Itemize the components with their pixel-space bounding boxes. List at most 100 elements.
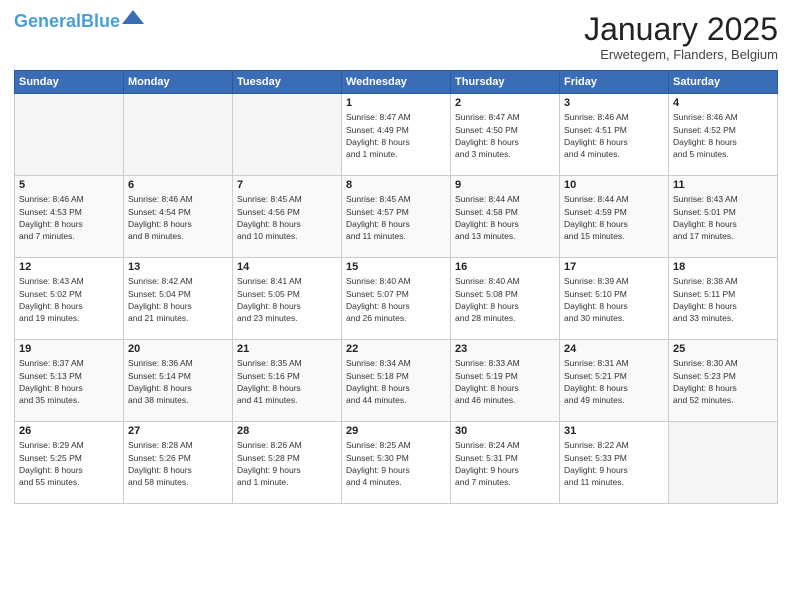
day-number: 29 (346, 425, 446, 437)
logo: GeneralBlue (14, 12, 144, 30)
table-row (233, 94, 342, 176)
day-number: 6 (128, 179, 228, 191)
table-row: 16 Sunrise: 8:40 AMSunset: 5:08 PMDayligh… (451, 258, 560, 340)
col-tuesday: Tuesday (233, 71, 342, 94)
table-row: 12 Sunrise: 8:43 AMSunset: 5:02 PMDayligh… (15, 258, 124, 340)
day-info: Sunrise: 8:34 AMSunset: 5:18 PMDaylight:… (346, 357, 446, 406)
day-number: 15 (346, 261, 446, 273)
table-row: 4 Sunrise: 8:46 AMSunset: 4:52 PMDaylight… (669, 94, 778, 176)
day-info: Sunrise: 8:26 AMSunset: 5:28 PMDaylight:… (237, 439, 337, 488)
day-number: 19 (19, 343, 119, 355)
table-row: 15 Sunrise: 8:40 AMSunset: 5:07 PMDayligh… (342, 258, 451, 340)
table-row: 8 Sunrise: 8:45 AMSunset: 4:57 PMDaylight… (342, 176, 451, 258)
table-row: 11 Sunrise: 8:43 AMSunset: 5:01 PMDayligh… (669, 176, 778, 258)
day-info: Sunrise: 8:31 AMSunset: 5:21 PMDaylight:… (564, 357, 664, 406)
day-number: 26 (19, 425, 119, 437)
col-sunday: Sunday (15, 71, 124, 94)
day-info: Sunrise: 8:46 AMSunset: 4:52 PMDaylight:… (673, 111, 773, 160)
day-info: Sunrise: 8:43 AMSunset: 5:01 PMDaylight:… (673, 193, 773, 242)
day-number: 30 (455, 425, 555, 437)
day-number: 21 (237, 343, 337, 355)
table-row: 14 Sunrise: 8:41 AMSunset: 5:05 PMDayligh… (233, 258, 342, 340)
day-number: 22 (346, 343, 446, 355)
table-row: 3 Sunrise: 8:46 AMSunset: 4:51 PMDaylight… (560, 94, 669, 176)
day-number: 4 (673, 97, 773, 109)
day-info: Sunrise: 8:40 AMSunset: 5:08 PMDaylight:… (455, 275, 555, 324)
table-row: 19 Sunrise: 8:37 AMSunset: 5:13 PMDayligh… (15, 340, 124, 422)
logo-text: GeneralBlue (14, 12, 120, 30)
day-info: Sunrise: 8:46 AMSunset: 4:53 PMDaylight:… (19, 193, 119, 242)
day-number: 1 (346, 97, 446, 109)
day-number: 3 (564, 97, 664, 109)
logo-general: General (14, 11, 81, 31)
calendar-week-row: 12 Sunrise: 8:43 AMSunset: 5:02 PMDayligh… (15, 258, 778, 340)
day-info: Sunrise: 8:44 AMSunset: 4:58 PMDaylight:… (455, 193, 555, 242)
col-saturday: Saturday (669, 71, 778, 94)
table-row: 29 Sunrise: 8:25 AMSunset: 5:30 PMDayligh… (342, 422, 451, 504)
logo-blue: Blue (81, 11, 120, 31)
table-row: 25 Sunrise: 8:30 AMSunset: 5:23 PMDayligh… (669, 340, 778, 422)
day-number: 16 (455, 261, 555, 273)
header: GeneralBlue January 2025 Erwetegem, Flan… (14, 12, 778, 62)
table-row: 9 Sunrise: 8:44 AMSunset: 4:58 PMDaylight… (451, 176, 560, 258)
table-row: 31Sunrise: 8:22 AMSunset: 5:33 PMDayligh… (560, 422, 669, 504)
day-info: Sunrise: 8:40 AMSunset: 5:07 PMDaylight:… (346, 275, 446, 324)
day-number: 20 (128, 343, 228, 355)
title-block: January 2025 Erwetegem, Flanders, Belgiu… (584, 12, 778, 62)
day-info: Sunrise: 8:45 AMSunset: 4:56 PMDaylight:… (237, 193, 337, 242)
day-number: 12 (19, 261, 119, 273)
location: Erwetegem, Flanders, Belgium (584, 47, 778, 62)
table-row: 1 Sunrise: 8:47 AMSunset: 4:49 PMDaylight… (342, 94, 451, 176)
day-number: 7 (237, 179, 337, 191)
table-row: 21 Sunrise: 8:35 AMSunset: 5:16 PMDayligh… (233, 340, 342, 422)
table-row: 7 Sunrise: 8:45 AMSunset: 4:56 PMDaylight… (233, 176, 342, 258)
day-number: 27 (128, 425, 228, 437)
table-row: 30Sunrise: 8:24 AMSunset: 5:31 PMDayligh… (451, 422, 560, 504)
day-number: 23 (455, 343, 555, 355)
day-info: Sunrise: 8:46 AMSunset: 4:51 PMDaylight:… (564, 111, 664, 160)
table-row: 24 Sunrise: 8:31 AMSunset: 5:21 PMDayligh… (560, 340, 669, 422)
logo-icon (122, 10, 144, 24)
day-number: 11 (673, 179, 773, 191)
day-number: 2 (455, 97, 555, 109)
day-info: Sunrise: 8:46 AMSunset: 4:54 PMDaylight:… (128, 193, 228, 242)
day-info: Sunrise: 8:42 AMSunset: 5:04 PMDaylight:… (128, 275, 228, 324)
calendar-week-row: 19 Sunrise: 8:37 AMSunset: 5:13 PMDayligh… (15, 340, 778, 422)
day-number: 9 (455, 179, 555, 191)
calendar-week-row: 5 Sunrise: 8:46 AMSunset: 4:53 PMDaylight… (15, 176, 778, 258)
calendar-header-row: Sunday Monday Tuesday Wednesday Thursday… (15, 71, 778, 94)
day-number: 10 (564, 179, 664, 191)
day-info: Sunrise: 8:41 AMSunset: 5:05 PMDaylight:… (237, 275, 337, 324)
day-info: Sunrise: 8:33 AMSunset: 5:19 PMDaylight:… (455, 357, 555, 406)
table-row: 22 Sunrise: 8:34 AMSunset: 5:18 PMDayligh… (342, 340, 451, 422)
calendar-week-row: 26Sunrise: 8:29 AMSunset: 5:25 PMDayligh… (15, 422, 778, 504)
day-number: 14 (237, 261, 337, 273)
table-row: 13 Sunrise: 8:42 AMSunset: 5:04 PMDayligh… (124, 258, 233, 340)
day-info: Sunrise: 8:47 AMSunset: 4:49 PMDaylight:… (346, 111, 446, 160)
table-row: 2Sunrise: 8:47 AMSunset: 4:50 PMDaylight… (451, 94, 560, 176)
day-info: Sunrise: 8:39 AMSunset: 5:10 PMDaylight:… (564, 275, 664, 324)
day-info: Sunrise: 8:35 AMSunset: 5:16 PMDaylight:… (237, 357, 337, 406)
day-info: Sunrise: 8:25 AMSunset: 5:30 PMDaylight:… (346, 439, 446, 488)
day-number: 28 (237, 425, 337, 437)
day-number: 8 (346, 179, 446, 191)
table-row: 6 Sunrise: 8:46 AMSunset: 4:54 PMDaylight… (124, 176, 233, 258)
day-info: Sunrise: 8:37 AMSunset: 5:13 PMDaylight:… (19, 357, 119, 406)
day-info: Sunrise: 8:36 AMSunset: 5:14 PMDaylight:… (128, 357, 228, 406)
table-row: 20 Sunrise: 8:36 AMSunset: 5:14 PMDayligh… (124, 340, 233, 422)
col-friday: Friday (560, 71, 669, 94)
day-info: Sunrise: 8:45 AMSunset: 4:57 PMDaylight:… (346, 193, 446, 242)
day-number: 24 (564, 343, 664, 355)
day-info: Sunrise: 8:30 AMSunset: 5:23 PMDaylight:… (673, 357, 773, 406)
table-row: 5 Sunrise: 8:46 AMSunset: 4:53 PMDaylight… (15, 176, 124, 258)
calendar-page: GeneralBlue January 2025 Erwetegem, Flan… (0, 0, 792, 612)
day-info: Sunrise: 8:43 AMSunset: 5:02 PMDaylight:… (19, 275, 119, 324)
day-number: 25 (673, 343, 773, 355)
day-info: Sunrise: 8:44 AMSunset: 4:59 PMDaylight:… (564, 193, 664, 242)
day-number: 5 (19, 179, 119, 191)
col-wednesday: Wednesday (342, 71, 451, 94)
day-number: 18 (673, 261, 773, 273)
month-title: January 2025 (584, 12, 778, 47)
day-number: 31 (564, 425, 664, 437)
day-number: 13 (128, 261, 228, 273)
